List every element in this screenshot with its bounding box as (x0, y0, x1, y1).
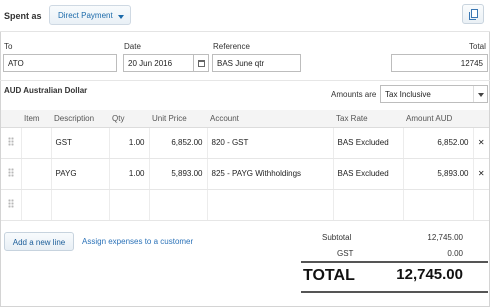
table-row: GST 1.00 6,852.00 820 - GST BAS Excluded… (1, 127, 489, 159)
cell-amount[interactable]: 6,852.00 (402, 127, 473, 159)
col-account: Account (207, 110, 333, 128)
to-field[interactable]: ATO (3, 54, 117, 72)
cell-description[interactable]: GST (50, 127, 109, 159)
col-tax-rate: Tax Rate (333, 110, 403, 128)
cell-item[interactable] (20, 127, 51, 159)
total-label: Total (469, 42, 486, 51)
calendar-icon[interactable] (193, 55, 208, 72)
cell-unit-price[interactable] (148, 189, 207, 221)
cell-amount[interactable] (402, 189, 473, 221)
cell-item[interactable] (20, 158, 51, 190)
date-value: 20 Jun 2016 (128, 59, 173, 68)
cell-tax-rate[interactable]: BAS Excluded (332, 127, 403, 159)
form-header: Spent as Direct Payment (0, 0, 490, 32)
col-unit-price: Unit Price (149, 110, 207, 128)
drag-handle-icon[interactable] (8, 168, 14, 177)
col-item: Item (21, 110, 51, 128)
currency-label: AUD Australian Dollar (4, 86, 88, 95)
table-header-row: Item Description Qty Unit Price Account … (1, 110, 489, 128)
reference-field[interactable]: BAS June qtr (212, 54, 301, 72)
date-label: Date (124, 42, 141, 51)
gst-label: GST (337, 249, 354, 258)
cell-qty[interactable]: 1.00 (108, 158, 149, 190)
cell-account[interactable] (206, 189, 333, 221)
cell-qty[interactable]: 1.00 (108, 127, 149, 159)
add-new-line-button[interactable]: Add a new line (4, 232, 74, 251)
total-divider (301, 261, 488, 263)
table-row (1, 189, 489, 221)
cell-qty[interactable] (108, 189, 149, 221)
payment-type-dropdown[interactable]: Direct Payment (49, 5, 131, 25)
col-amount: Amount AUD (403, 110, 473, 128)
cell-unit-price[interactable]: 5,893.00 (148, 158, 207, 190)
total-divider (301, 291, 488, 293)
amounts-are-value: Tax Inclusive (385, 90, 431, 99)
grand-total-value: 12,745.00 (396, 266, 463, 283)
reference-label: Reference (213, 42, 250, 51)
total-field[interactable]: 12745 (391, 54, 488, 72)
col-description: Description (51, 110, 109, 128)
col-qty: Qty (109, 110, 149, 128)
assign-expenses-link[interactable]: Assign expenses to a customer (82, 237, 193, 246)
cell-amount[interactable]: 5,893.00 (402, 158, 473, 190)
delete-row-icon[interactable]: ✕ (472, 158, 489, 190)
amounts-are-label: Amounts are (331, 90, 377, 99)
cell-tax-rate[interactable]: BAS Excluded (332, 158, 403, 190)
subtotal-label: Subtotal (322, 233, 352, 242)
chevron-down-icon (118, 15, 124, 19)
amounts-are-select[interactable]: Tax Inclusive (380, 85, 488, 103)
delete-row-icon[interactable]: ✕ (472, 127, 489, 159)
cell-tax-rate[interactable] (332, 189, 403, 221)
cell-account[interactable]: 820 - GST (206, 127, 333, 159)
table-row: PAYG 1.00 5,893.00 825 - PAYG Withholdin… (1, 158, 489, 190)
to-label: To (4, 42, 13, 51)
grand-total-label: TOTAL (303, 267, 355, 284)
payment-type-label: Direct Payment (58, 11, 113, 20)
cell-unit-price[interactable]: 6,852.00 (148, 127, 207, 159)
drag-handle-icon[interactable] (8, 137, 14, 146)
cell-description[interactable] (50, 189, 109, 221)
copy-button[interactable] (462, 4, 484, 24)
spent-as-label: Spent as (4, 11, 42, 21)
cell-account[interactable]: 825 - PAYG Withholdings (206, 158, 333, 190)
chevron-down-icon (478, 93, 484, 97)
cell-item[interactable] (20, 189, 51, 221)
divider (0, 80, 490, 81)
subtotal-value: 12,745.00 (427, 233, 463, 242)
line-items-table: Item Description Qty Unit Price Account … (1, 110, 489, 221)
cell-description[interactable]: PAYG (50, 158, 109, 190)
drag-handle-icon[interactable] (8, 199, 14, 208)
gst-value: 0.00 (447, 249, 463, 258)
